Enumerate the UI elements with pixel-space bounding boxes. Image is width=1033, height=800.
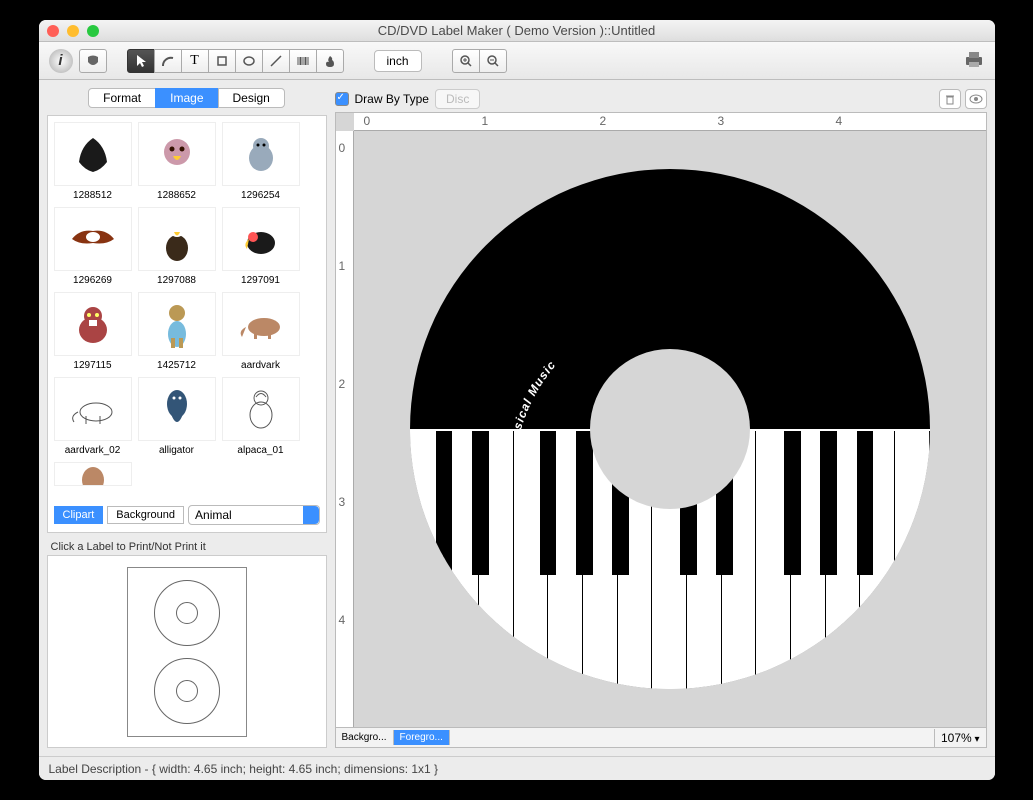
clipart-caption: alpaca_01 — [222, 445, 300, 456]
subtab-clipart[interactable]: Clipart — [54, 506, 104, 524]
label-description: Label Description - { width: 4.65 inch; … — [49, 762, 439, 776]
ellipse-tool-button[interactable] — [235, 49, 263, 73]
status-bar: Label Description - { width: 4.65 inch; … — [39, 756, 995, 780]
clipart-caption: 1296254 — [222, 190, 300, 201]
preview-button[interactable] — [965, 89, 987, 109]
disc-button: Disc — [435, 89, 480, 109]
zoom-selector[interactable]: 107% ▾ — [934, 729, 986, 747]
barcode-tool-button[interactable] — [289, 49, 317, 73]
clipart-caption: 1297115 — [54, 360, 132, 371]
sidebar-tabs: Format Image Design — [47, 88, 327, 108]
label-preview[interactable] — [47, 555, 327, 748]
horizontal-ruler: 01234 — [354, 113, 986, 131]
canvas-footer: Backgro... Foregro... 107% ▾ — [336, 727, 986, 747]
disc-label[interactable]: Classical Music — [410, 169, 930, 689]
clipart-caption: 1296269 — [54, 275, 132, 286]
main-toolbar: i T inch — [39, 42, 995, 80]
clipart-thumb[interactable] — [138, 122, 216, 186]
canvas: 01234 01234 Classical Music — [335, 112, 987, 748]
clipart-thumb[interactable] — [222, 207, 300, 271]
pointer-tool-button[interactable] — [127, 49, 155, 73]
titlebar: CD/DVD Label Maker ( Demo Version )::Unt… — [39, 20, 995, 42]
trash-button[interactable] — [939, 89, 961, 109]
tool-group: T — [127, 49, 344, 73]
clipart-thumb[interactable] — [54, 122, 132, 186]
category-dropdown[interactable]: Animal — [188, 505, 319, 525]
burn-tool-button[interactable] — [316, 49, 344, 73]
clipart-thumb[interactable] — [54, 292, 132, 356]
window-title: CD/DVD Label Maker ( Demo Version )::Unt… — [39, 23, 995, 38]
clipart-caption: 1297091 — [222, 275, 300, 286]
clipart-caption: aardvark_02 — [54, 445, 132, 456]
clipart-caption: alligator — [138, 445, 216, 456]
clipart-caption: 1288512 — [54, 190, 132, 201]
thumbnail-panel: 1288512 1288652 1296254 1296269 1297088 12970… — [47, 115, 327, 533]
print-button[interactable] — [963, 49, 985, 72]
label-selector-section: Click a Label to Print/Not Print it — [47, 537, 327, 748]
clipart-thumb[interactable] — [54, 462, 132, 486]
clipart-thumb[interactable] — [138, 207, 216, 271]
clipart-thumb[interactable] — [138, 377, 216, 441]
disc-hole — [590, 349, 750, 509]
zoom-out-button[interactable] — [479, 49, 507, 73]
clipart-thumb[interactable] — [54, 207, 132, 271]
label-hint: Click a Label to Print/Not Print it — [51, 541, 327, 553]
text-tool-button[interactable]: T — [181, 49, 209, 73]
clipart-caption: 1297088 — [138, 275, 216, 286]
clipart-thumb[interactable] — [222, 377, 300, 441]
sidebar: Format Image Design 1288512 1288652 129625… — [47, 88, 327, 748]
zoom-in-button[interactable] — [452, 49, 480, 73]
rect-tool-button[interactable] — [208, 49, 236, 73]
vertical-ruler: 01234 — [336, 131, 354, 727]
design-stage[interactable]: Classical Music — [354, 131, 986, 727]
clipart-caption: 1288652 — [138, 190, 216, 201]
info-icon[interactable]: i — [49, 49, 73, 73]
clipart-thumb[interactable] — [54, 377, 132, 441]
clipart-thumb[interactable] — [222, 292, 300, 356]
line-tool-button[interactable] — [262, 49, 290, 73]
unit-selector[interactable]: inch — [374, 50, 422, 72]
tab-design[interactable]: Design — [218, 88, 285, 108]
clipart-caption: aardvark — [222, 360, 300, 371]
thumbnail-grid[interactable]: 1288512 1288652 1296254 1296269 1297088 12970… — [54, 122, 320, 502]
mask-tool-button[interactable] — [79, 49, 107, 73]
clipart-caption: 1425712 — [138, 360, 216, 371]
tab-image[interactable]: Image — [155, 88, 218, 108]
draw-by-type-checkbox[interactable] — [335, 92, 349, 106]
app-window: CD/DVD Label Maker ( Demo Version )::Unt… — [39, 20, 995, 780]
arc-tool-button[interactable] — [154, 49, 182, 73]
subtab-background[interactable]: Background — [107, 506, 184, 524]
clipart-thumb[interactable] — [222, 122, 300, 186]
clipart-thumb[interactable] — [138, 292, 216, 356]
draw-by-type-label: Draw By Type — [355, 92, 429, 106]
canvas-area: Draw By Type Disc 01234 01234 Classical — [335, 88, 987, 748]
tab-format[interactable]: Format — [88, 88, 156, 108]
layer-background[interactable]: Backgro... — [336, 730, 394, 745]
layer-foreground[interactable]: Foregro... — [394, 730, 450, 745]
